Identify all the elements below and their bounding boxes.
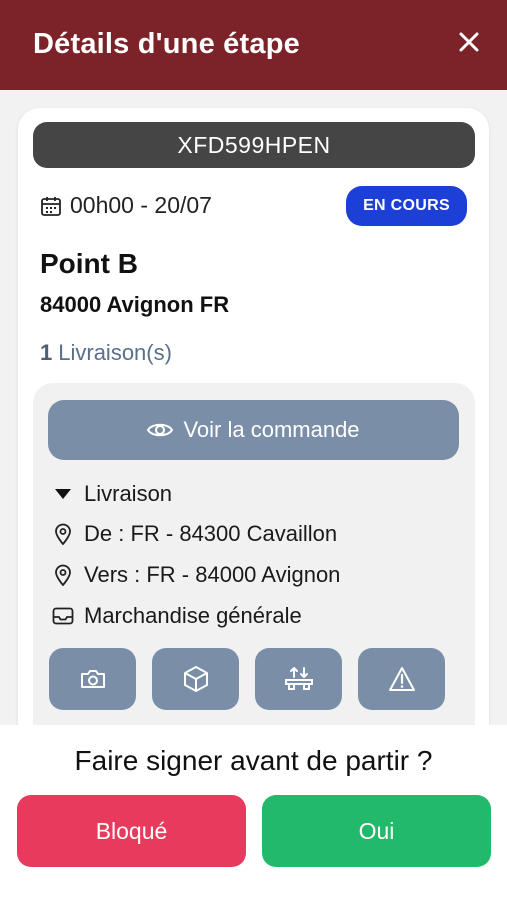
delivery-count-number: 1 bbox=[40, 340, 53, 365]
stop-card: XFD599HPEN 00h00 - 20/07 EN COURS Point … bbox=[18, 108, 489, 748]
signature-question: Faire signer avant de partir ? bbox=[74, 745, 433, 776]
goods-row: Marchandise générale bbox=[52, 603, 302, 629]
calendar-icon bbox=[41, 196, 61, 216]
caret-down-icon bbox=[52, 483, 74, 505]
view-order-button[interactable]: Voir la commande bbox=[48, 400, 459, 460]
unload-button[interactable] bbox=[255, 648, 342, 710]
camera-icon bbox=[80, 670, 105, 688]
eye-icon bbox=[147, 423, 174, 437]
inbox-icon bbox=[52, 605, 74, 627]
map-pin-icon bbox=[52, 564, 74, 586]
yes-button[interactable]: Oui bbox=[262, 795, 491, 867]
address: 84000 Avignon FR bbox=[40, 292, 230, 317]
page-title: Détails d'une étape bbox=[33, 28, 300, 60]
origin-row: De : FR - 84300 Cavaillon bbox=[52, 521, 337, 547]
order-actions bbox=[49, 648, 445, 710]
status-badge: EN COURS bbox=[346, 186, 467, 226]
content-area: XFD599HPEN 00h00 - 20/07 EN COURS Point … bbox=[0, 90, 507, 748]
photo-button[interactable] bbox=[49, 648, 136, 710]
order-panel: Voir la commande Livraison De : FR - 843… bbox=[33, 383, 475, 743]
origin-text: De : FR - 84300 Cavaillon bbox=[84, 521, 338, 546]
destination-row: Vers : FR - 84000 Avignon bbox=[52, 562, 340, 588]
delivery-count-label: Livraison(s) bbox=[58, 340, 172, 365]
destination-text: Vers : FR - 84000 Avignon bbox=[84, 562, 341, 587]
package-icon bbox=[183, 666, 208, 692]
vehicle-plate: XFD599HPEN bbox=[33, 122, 475, 168]
order-type: Livraison bbox=[84, 481, 173, 506]
order-type-row[interactable]: Livraison bbox=[52, 481, 172, 507]
package-button[interactable] bbox=[152, 648, 239, 710]
close-icon bbox=[459, 32, 479, 52]
blocked-button[interactable]: Bloqué bbox=[17, 795, 246, 867]
datetime-text: 00h00 - 20/07 bbox=[70, 192, 212, 218]
datetime-row: 00h00 - 20/07 bbox=[40, 192, 212, 219]
view-order-label: Voir la commande bbox=[183, 417, 360, 442]
goods-text: Marchandise générale bbox=[84, 603, 302, 628]
unload-icon bbox=[284, 667, 313, 690]
report-issue-button[interactable] bbox=[358, 648, 445, 710]
close-button[interactable] bbox=[457, 30, 481, 54]
point-title: Point B bbox=[40, 248, 138, 279]
app-header: Détails d'une étape bbox=[0, 0, 507, 90]
warning-icon bbox=[388, 667, 415, 691]
delivery-count: 1 Livraison(s) bbox=[40, 340, 172, 366]
map-pin-icon bbox=[52, 523, 74, 545]
signature-footer: Faire signer avant de partir ? Bloqué Ou… bbox=[0, 725, 507, 900]
